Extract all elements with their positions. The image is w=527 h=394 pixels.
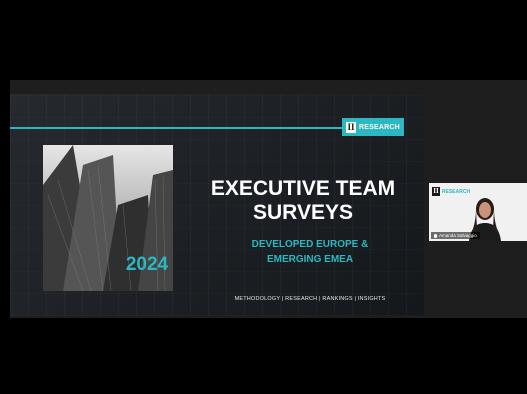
headline-line-2: SURVEYS xyxy=(253,201,353,224)
slide-accent-line xyxy=(10,127,342,129)
slide-year: 2024 xyxy=(125,254,169,275)
mic-icon xyxy=(434,233,437,238)
logo-mark-icon: II xyxy=(346,121,357,133)
letterbox-top xyxy=(0,0,527,80)
logo-text: RESEARCH xyxy=(359,123,400,131)
subheadline-line-2: EMERGING EMEA xyxy=(266,254,354,265)
slide-subheadline: DEVELOPED EUROPE & EMERGING EMEA xyxy=(220,237,400,267)
webcam-name-label: Amanda Salvaggio xyxy=(431,232,480,239)
participant-name: Amanda Salvaggio xyxy=(439,233,477,238)
meeting-stage: II RESEARCH 2024 EXECUTIVE TEAM SURVEYS … xyxy=(10,80,527,318)
slide-headline: EXECUTIVE TEAM SURVEYS xyxy=(200,177,406,225)
research-logo: II RESEARCH xyxy=(342,118,404,136)
subheadline-line-1: DEVELOPED EUROPE & xyxy=(251,239,369,250)
webcam-logo-text: RESEARCH xyxy=(442,188,471,195)
webcam-tile[interactable]: II RESEARCH Amanda Salvaggio xyxy=(429,183,527,241)
letterbox-bottom xyxy=(0,318,527,394)
webcam-logo: II RESEARCH xyxy=(432,187,470,196)
presentation-slide: II RESEARCH 2024 EXECUTIVE TEAM SURVEYS … xyxy=(10,94,424,316)
slide-footer-tags: METHODOLOGY | RESEARCH | RANKINGS | INSI… xyxy=(234,296,386,302)
video-frame[interactable]: II RESEARCH 2024 EXECUTIVE TEAM SURVEYS … xyxy=(0,0,527,394)
webcam-logo-mark-icon: II xyxy=(432,187,440,196)
headline-line-1: EXECUTIVE TEAM xyxy=(210,177,396,200)
